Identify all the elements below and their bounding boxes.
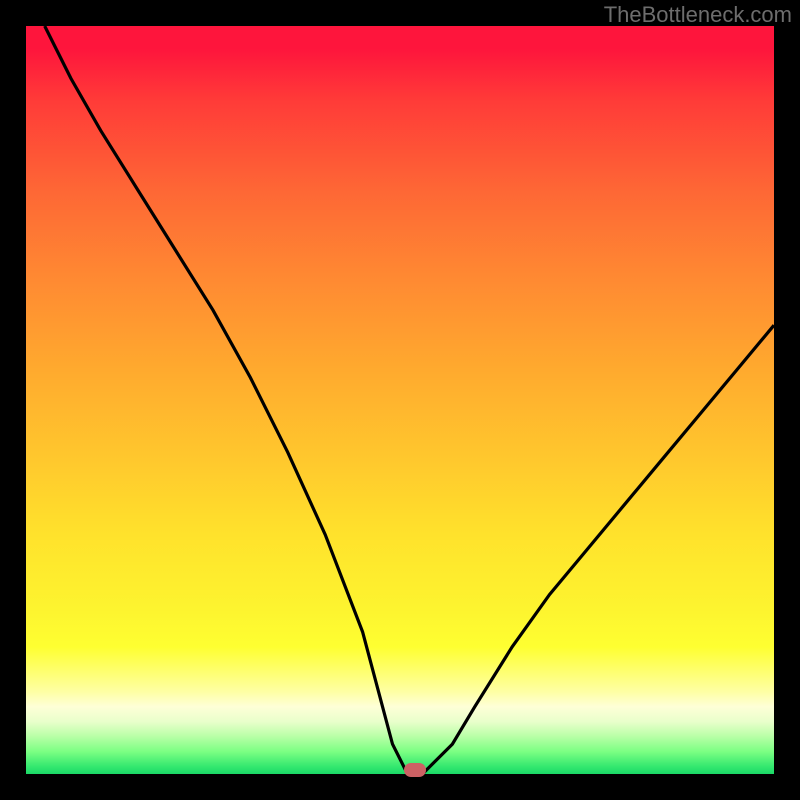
bottleneck-curve <box>26 26 774 774</box>
watermark-text: TheBottleneck.com <box>604 2 792 28</box>
curve-path <box>45 26 774 774</box>
optimal-marker <box>404 763 426 777</box>
chart-plot-area <box>26 26 774 774</box>
